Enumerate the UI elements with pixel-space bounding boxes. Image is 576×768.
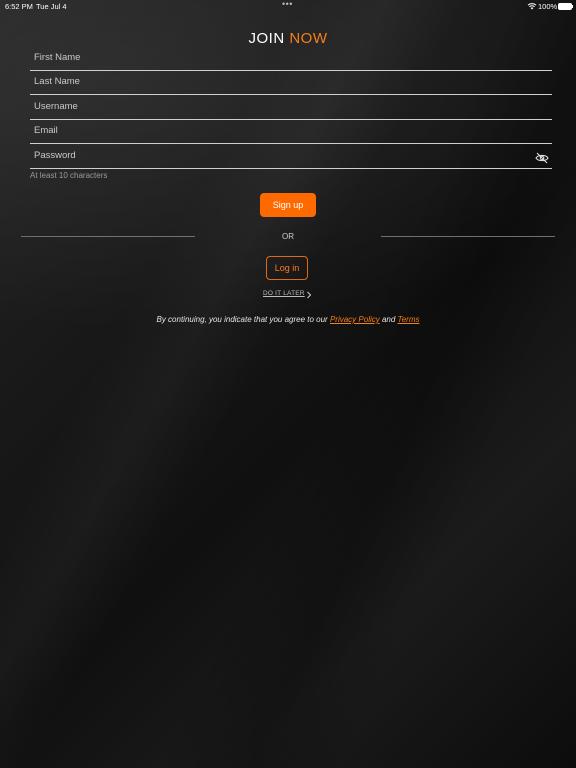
wifi-icon [527, 3, 537, 10]
title-word-now: NOW [289, 30, 328, 47]
status-bar: 6:52 PM Tue Jul 4 ••• 100% [0, 0, 576, 12]
log-in-button[interactable]: Log in [266, 256, 308, 280]
battery-icon [558, 3, 572, 10]
legal-prefix: By continuing, you indicate that you agr… [156, 315, 330, 324]
terms-link[interactable]: Terms [398, 315, 420, 324]
multitasking-dots-icon[interactable]: ••• [282, 0, 293, 9]
first-name-field [30, 46, 552, 71]
password-hint: At least 10 characters [30, 171, 108, 180]
page-title: JOIN NOW [0, 30, 576, 47]
battery-percent: 100% [538, 2, 558, 11]
username-input[interactable] [34, 95, 514, 117]
status-date: Tue Jul 4 [36, 2, 67, 11]
sign-up-button[interactable]: Sign up [260, 193, 316, 217]
privacy-policy-link[interactable]: Privacy Policy [330, 315, 380, 324]
title-word-join: JOIN [248, 30, 285, 47]
last-name-input[interactable] [34, 70, 514, 92]
legal-and: and [379, 315, 398, 324]
eye-slash-icon[interactable] [535, 152, 549, 164]
divider-right [381, 236, 555, 237]
battery-tip [572, 5, 573, 8]
status-time: 6:52 PM [5, 2, 33, 11]
do-it-later-link[interactable]: DO IT LATER [263, 290, 305, 297]
email-field [30, 119, 552, 144]
email-input[interactable] [34, 119, 514, 141]
username-field [30, 95, 552, 120]
legal-notice: By continuing, you indicate that you agr… [0, 315, 576, 324]
password-field [30, 144, 552, 169]
chevron-right-icon[interactable] [306, 291, 312, 299]
password-input[interactable] [34, 144, 514, 166]
last-name-field [30, 70, 552, 95]
first-name-input[interactable] [34, 46, 514, 68]
